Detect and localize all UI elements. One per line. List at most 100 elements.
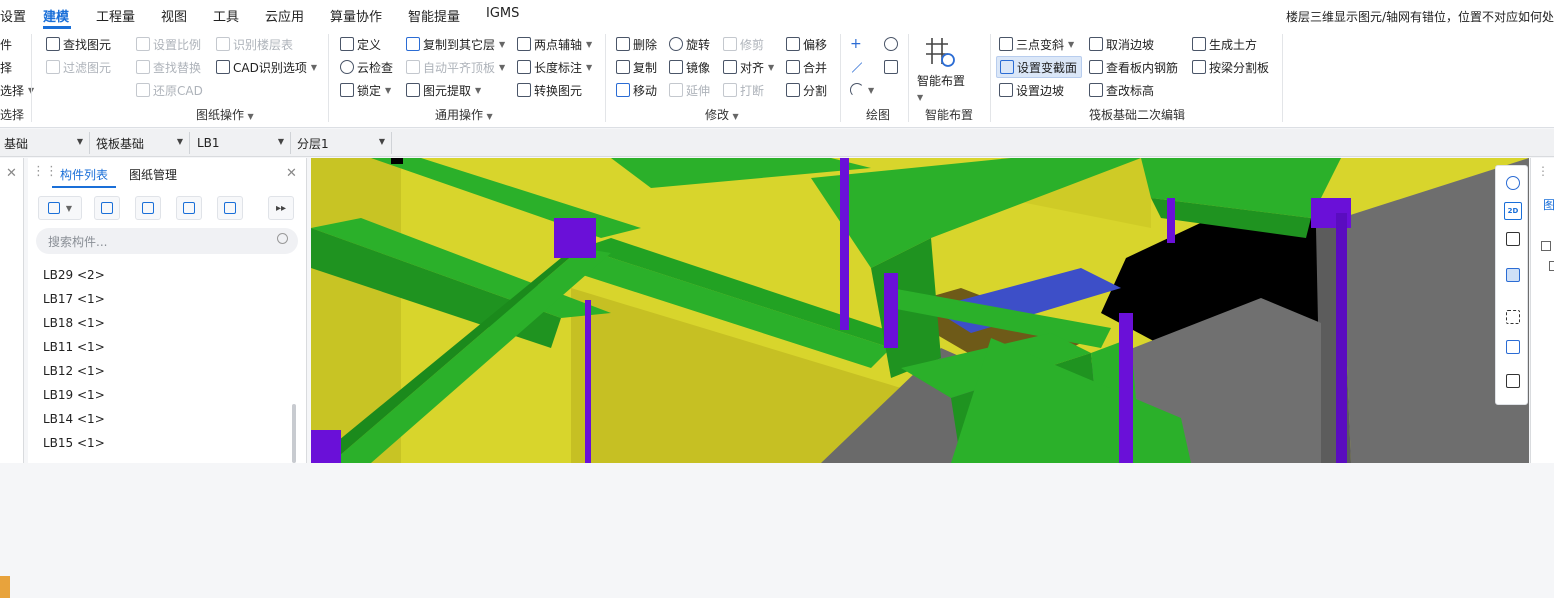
menu-tools[interactable]: 工具: [213, 6, 239, 25]
menu-modeling[interactable]: 建模: [43, 6, 69, 25]
menu-smart-qty[interactable]: 智能提量: [408, 6, 460, 25]
restore-cad-button[interactable]: 还原CAD: [136, 80, 203, 100]
set-scale-button[interactable]: 设置比例: [136, 34, 201, 54]
general-ops-group-label[interactable]: 通用操作 ▼: [435, 106, 493, 123]
extend-button[interactable]: 延伸: [669, 80, 710, 100]
type-select[interactable]: 筏板基础 ▼: [92, 132, 190, 154]
select-button[interactable]: 择: [0, 57, 12, 77]
copy-to-other-layer-button[interactable]: 复制到其它层 ▼: [406, 34, 505, 54]
select-component-button[interactable]: 件: [0, 34, 12, 54]
define-button[interactable]: 定义: [340, 34, 381, 54]
list-item[interactable]: LB19 <1>: [43, 388, 105, 402]
model-scene[interactable]: [311, 158, 1529, 463]
mirror-button[interactable]: 镜像: [669, 57, 710, 77]
tab-drawing[interactable]: 图: [1543, 196, 1554, 213]
align-button[interactable]: 对齐 ▼: [723, 57, 774, 77]
display-settings-button[interactable]: [1504, 372, 1522, 390]
scrollbar[interactable]: [292, 404, 296, 463]
menu-settings[interactable]: 设置: [0, 6, 26, 25]
two-point-axis-button[interactable]: 两点辅轴 ▼: [517, 34, 592, 54]
list-item[interactable]: LB18 <1>: [43, 316, 105, 330]
tab-drawing-management[interactable]: 图纸管理: [129, 166, 177, 183]
offset-button[interactable]: 偏移: [786, 34, 827, 54]
shaded-view-button[interactable]: [1504, 266, 1522, 284]
menu-view[interactable]: 视图: [161, 6, 187, 25]
collapse-icon[interactable]: [1541, 241, 1551, 251]
three-point-slope-button[interactable]: 三点变斜 ▼: [999, 34, 1074, 54]
save-component-button[interactable]: [217, 196, 243, 220]
list-item[interactable]: LB11 <1>: [43, 340, 105, 354]
tab-component-list[interactable]: 构件列表: [60, 166, 108, 183]
chevron-down-icon: ▼: [586, 39, 593, 49]
delete-component-button[interactable]: [135, 196, 161, 220]
element-extract-button[interactable]: 图元提取 ▼: [406, 80, 481, 100]
menu-igms[interactable]: IGMS: [486, 6, 519, 21]
modify-group-label[interactable]: 修改 ▼: [705, 106, 739, 123]
set-variable-section-button[interactable]: 设置变截面: [996, 56, 1083, 78]
expand-toolbar-button[interactable]: ▸▸: [268, 196, 294, 220]
category-select[interactable]: 基础 ▼: [0, 132, 90, 154]
view-slab-rebar-button[interactable]: 查看板内钢筋: [1089, 57, 1178, 77]
smart-layout-icon[interactable]: [922, 34, 958, 70]
view-focus-button[interactable]: [1504, 338, 1522, 356]
check-elevation-button[interactable]: 查改标高: [1089, 80, 1154, 100]
component-search-input[interactable]: 搜索构件...: [36, 228, 298, 254]
drag-handle-icon[interactable]: ⋮: [1537, 164, 1549, 178]
cloud-check-button[interactable]: 云检查: [340, 57, 393, 77]
auto-align-slab-button[interactable]: 自动平齐顶板 ▼: [406, 57, 505, 77]
split-button[interactable]: 分割: [786, 80, 827, 100]
3d-model-viewport[interactable]: [311, 158, 1529, 463]
panel-tab-icon[interactable]: [0, 576, 10, 598]
generate-earthwork-button[interactable]: 生成土方: [1192, 34, 1257, 54]
smart-layout-button[interactable]: 智能布置 ▼: [917, 72, 966, 103]
draw-rect-button[interactable]: [884, 57, 898, 77]
length-dimension-button[interactable]: 长度标注 ▼: [517, 57, 592, 77]
list-item[interactable]: LB29 <2>: [43, 268, 105, 282]
draw-arc-button[interactable]: ▼: [850, 80, 874, 100]
merge-button[interactable]: 合并: [786, 57, 827, 77]
close-icon[interactable]: ✕: [6, 166, 17, 181]
split-by-beam-button[interactable]: 按梁分割板: [1192, 57, 1269, 77]
filter-element-button[interactable]: 过滤图元: [46, 57, 111, 77]
list-item[interactable]: LB15 <1>: [43, 436, 105, 450]
copy-component-button[interactable]: [94, 196, 120, 220]
delete-button[interactable]: 删除: [616, 34, 657, 54]
list-item[interactable]: LB17 <1>: [43, 292, 105, 306]
rotate-button[interactable]: 旋转: [669, 34, 710, 54]
draw-circle-button[interactable]: [884, 34, 898, 54]
list-item[interactable]: LB12 <1>: [43, 364, 105, 378]
menu-cloud[interactable]: 云应用: [265, 6, 304, 25]
3d-box-view-button[interactable]: [1504, 230, 1522, 248]
list-item[interactable]: LB14 <1>: [43, 412, 105, 426]
identify-floor-table-button[interactable]: 识别楼层表: [216, 34, 293, 54]
convert-element-button[interactable]: 转换图元: [517, 80, 582, 100]
copy-button[interactable]: 复制: [616, 57, 657, 77]
column: [554, 218, 596, 258]
component-select[interactable]: LB1 ▼: [193, 132, 291, 154]
lock-button[interactable]: 锁定 ▼: [340, 80, 391, 100]
menu-collab[interactable]: 算量协作: [330, 6, 382, 25]
arc-icon: [850, 83, 864, 97]
find-replace-button[interactable]: 查找替换: [136, 57, 201, 77]
close-icon[interactable]: ✕: [286, 166, 297, 181]
break-button[interactable]: 打断: [723, 80, 764, 100]
duplicate-component-button[interactable]: [176, 196, 202, 220]
help-notice-link[interactable]: 楼层三维显示图元/轴网有错位，位置不对应如何处: [1286, 8, 1554, 25]
draw-point-button[interactable]: +: [850, 34, 864, 54]
2d-view-button[interactable]: 2D: [1504, 202, 1522, 220]
cancel-slope-button[interactable]: 取消边坡: [1089, 34, 1154, 54]
trim-button[interactable]: 修剪: [723, 34, 764, 54]
find-element-button[interactable]: 查找图元: [46, 34, 111, 54]
set-slope-button[interactable]: 设置边坡: [999, 80, 1064, 100]
menu-quantity[interactable]: 工程量: [96, 6, 135, 25]
fit-view-button[interactable]: [1504, 308, 1522, 326]
orbit-view-button[interactable]: [1504, 174, 1522, 192]
new-component-button[interactable]: ▼: [38, 196, 82, 220]
move-button[interactable]: 移动: [616, 80, 657, 100]
layer-select[interactable]: 分层1 ▼: [293, 132, 392, 154]
batch-select-button[interactable]: 选择▼: [0, 80, 34, 100]
cad-options-button[interactable]: CAD识别选项 ▼: [216, 57, 317, 77]
draw-line-button[interactable]: [850, 57, 864, 77]
drag-handle-icon[interactable]: ⋮⋮: [32, 164, 58, 179]
drawing-ops-group-label[interactable]: 图纸操作 ▼: [196, 106, 254, 123]
